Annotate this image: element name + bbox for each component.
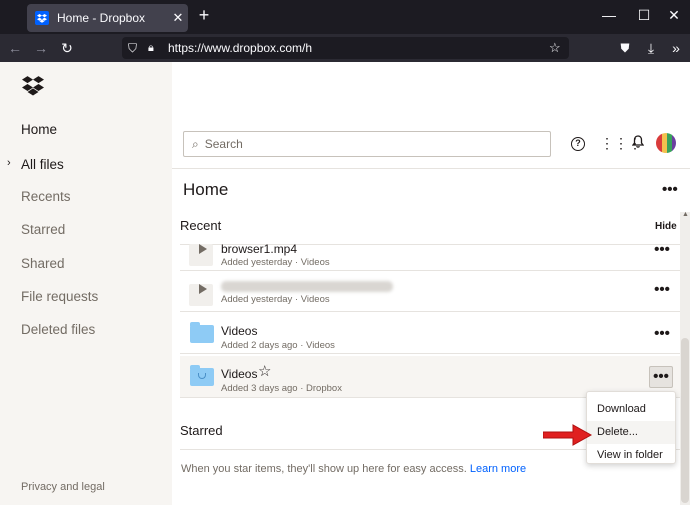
pocket-icon[interactable]: ⛊	[615, 34, 635, 62]
maximize-icon[interactable]: ☐	[634, 7, 654, 24]
bookmark-star-icon[interactable]: ☆	[549, 37, 561, 59]
sidebar-item-home[interactable]: Home	[21, 122, 57, 137]
starred-heading: Starred	[180, 423, 223, 438]
browser-tab[interactable]: Home - Dropbox ✕	[27, 4, 188, 32]
help-icon[interactable]: ?	[571, 137, 585, 151]
shield-icon[interactable]: ⛉	[128, 37, 137, 59]
tab-title: Home - Dropbox	[57, 11, 146, 25]
new-tab-button[interactable]: +	[194, 5, 214, 26]
folder-name[interactable]: Videos	[221, 367, 257, 381]
list-item[interactable]: Added yesterday · Videos •••	[180, 271, 681, 312]
file-meta: Added yesterday · Videos	[221, 294, 330, 305]
search-icon: ⌕	[192, 136, 199, 151]
sidebar-item-shared[interactable]: Shared	[21, 256, 65, 271]
scrollbar-thumb[interactable]	[681, 338, 689, 503]
folder-icon	[190, 322, 214, 345]
row-more-button[interactable]: •••	[649, 366, 673, 388]
context-menu: Download Delete... View in folder	[586, 391, 676, 464]
sidebar: Home › All files Recents Starred Shared …	[0, 62, 172, 505]
file-meta: Added 3 days ago · Dropbox	[221, 383, 342, 394]
video-file-icon	[189, 238, 213, 266]
shared-folder-icon	[190, 365, 214, 388]
avatar[interactable]	[656, 133, 676, 153]
header-divider	[172, 168, 690, 169]
menu-item-download[interactable]: Download	[587, 398, 675, 421]
list-item[interactable]: browser1.mp4 Added yesterday · Videos ••…	[180, 235, 681, 271]
annotation-arrow-icon	[542, 424, 593, 449]
lock-icon[interactable]: 🔒︎	[148, 37, 154, 59]
dropbox-favicon-icon	[35, 11, 49, 25]
scroll-up-icon[interactable]: ▲	[682, 211, 689, 218]
list-item[interactable]: Videos Added 2 days ago · Videos •••	[180, 313, 681, 354]
starred-empty-message: When you star items, they'll show up her…	[181, 463, 467, 475]
learn-more-link[interactable]: Learn more	[470, 463, 526, 475]
downloads-icon[interactable]: ⤓	[641, 34, 661, 62]
blurred-file-name	[221, 281, 393, 292]
url-text: https://www.dropbox.com/h	[168, 41, 313, 55]
starred-empty-text: When you star items, they'll show up her…	[181, 463, 526, 475]
dropbox-page: Home › All files Recents Starred Shared …	[0, 62, 690, 505]
file-meta: Added 2 days ago · Videos	[221, 340, 335, 351]
menu-item-view-in-folder[interactable]: View in folder	[587, 444, 675, 467]
file-name[interactable]: browser1.mp4	[221, 242, 297, 256]
folder-name[interactable]: Videos	[221, 324, 257, 338]
privacy-legal-link[interactable]: Privacy and legal	[21, 481, 105, 493]
hide-recent-button[interactable]: Hide	[655, 221, 677, 232]
recent-heading: Recent	[180, 218, 222, 233]
row-more-icon[interactable]: •••	[651, 240, 673, 262]
notifications-bell-icon[interactable]	[629, 135, 647, 153]
url-bar[interactable]: ⛉ 🔒︎ https://www.dropbox.com/h ☆	[122, 37, 569, 59]
page-more-icon[interactable]: •••	[662, 181, 678, 198]
video-file-icon	[189, 278, 213, 306]
sidebar-item-file-requests[interactable]: File requests	[21, 289, 98, 304]
forward-icon[interactable]: →	[31, 34, 51, 62]
row-more-icon[interactable]: •••	[651, 324, 673, 346]
page-title: Home	[183, 180, 229, 199]
search-placeholder: Search	[204, 137, 243, 151]
star-icon[interactable]: ☆	[258, 362, 271, 380]
file-meta: Added yesterday · Videos	[221, 257, 330, 268]
row-more-icon[interactable]: •••	[651, 280, 673, 302]
sidebar-item-starred[interactable]: Starred	[21, 222, 65, 237]
browser-tab-bar: Home - Dropbox ✕ + — ☐ ✕	[0, 0, 690, 34]
minimize-icon[interactable]: —	[599, 7, 619, 23]
menu-item-delete[interactable]: Delete...	[587, 421, 675, 444]
browser-nav-bar: ← → ↻ ⛉ 🔒︎ https://www.dropbox.com/h ☆ ⛊…	[0, 34, 690, 62]
overflow-menu-icon[interactable]: »	[666, 34, 686, 62]
sidebar-item-recents[interactable]: Recents	[21, 189, 71, 204]
tab-close-icon[interactable]: ✕	[168, 10, 188, 26]
chevron-right-icon[interactable]: ›	[7, 157, 11, 169]
dropbox-logo-icon[interactable]	[22, 76, 44, 99]
window-close-icon[interactable]: ✕	[664, 7, 684, 24]
back-icon[interactable]: ←	[5, 34, 25, 62]
search-input[interactable]: ⌕ Search	[183, 131, 551, 157]
sidebar-item-deleted-files[interactable]: Deleted files	[21, 322, 95, 337]
reload-icon[interactable]: ↻	[57, 34, 77, 62]
sidebar-item-all-files[interactable]: All files	[21, 157, 64, 172]
apps-grid-icon[interactable]: ⋮⋮⋮	[600, 135, 642, 153]
